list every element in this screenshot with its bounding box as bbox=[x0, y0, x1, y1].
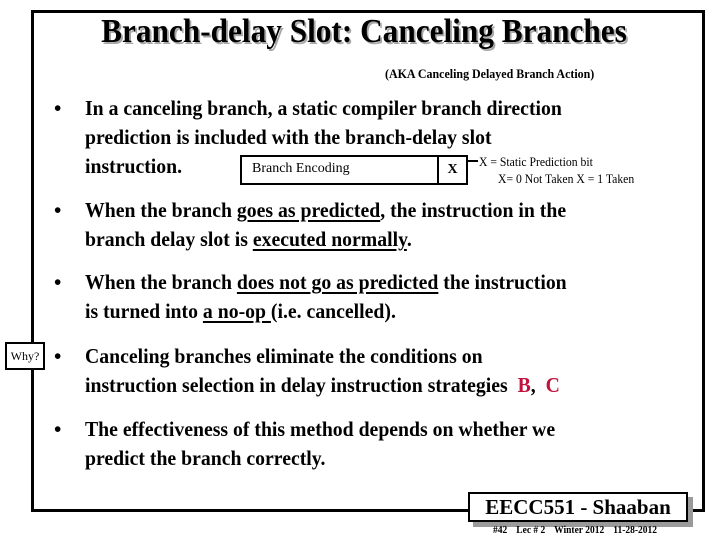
bullet-2: • When the branch goes as predicted, the… bbox=[54, 196, 597, 254]
bullet-1-line-2: prediction is included with the branch-d… bbox=[85, 125, 492, 149]
text: instruction selection in delay instructi… bbox=[85, 373, 518, 397]
bullet-5-line-2: predict the branch correctly. bbox=[85, 446, 326, 470]
branch-encoding-diagram: Branch Encoding X bbox=[240, 155, 468, 185]
text: the instruction bbox=[438, 270, 567, 294]
text: branch delay slot is bbox=[85, 227, 253, 251]
bullet-2-line-1: When the branch goes as predicted, the i… bbox=[58, 196, 566, 225]
bullet-5: • The effectiveness of this method depen… bbox=[54, 415, 585, 473]
underlined-phrase: goes as predicted bbox=[236, 198, 381, 222]
slide-title: Branch-delay Slot: Canceling Branches bbox=[101, 13, 627, 50]
underlined-phrase: does not go as predicted bbox=[236, 270, 439, 294]
text: When the branch bbox=[85, 270, 237, 294]
separator: , bbox=[530, 373, 546, 397]
prediction-bit-field: X bbox=[437, 157, 466, 183]
branch-encoding-field: Branch Encoding bbox=[252, 161, 350, 176]
text: When the branch bbox=[85, 198, 237, 222]
lecture-number: Lec # 2 bbox=[516, 525, 546, 536]
date: 11-28-2012 bbox=[613, 525, 658, 536]
text: (i.e. cancelled). bbox=[270, 299, 396, 323]
bullet-5-line-1: The effectiveness of this method depends… bbox=[85, 417, 556, 441]
text: . bbox=[406, 227, 412, 251]
strategy-c: C bbox=[545, 373, 560, 397]
slide-subtitle: (AKA Canceling Delayed Branch Action) bbox=[385, 66, 595, 81]
bullet-4: • Canceling branches eliminate the condi… bbox=[54, 342, 590, 400]
bullet-3-line-1: When the branch does not go as predicted… bbox=[58, 268, 567, 297]
callout-line bbox=[466, 160, 478, 162]
why-label: Why? bbox=[5, 342, 45, 370]
prediction-bit-note: X = Static Prediction bit bbox=[479, 154, 593, 169]
bullet-4-line-1: Canceling branches eliminate the conditi… bbox=[85, 344, 483, 368]
prediction-bit-values: X= 0 Not Taken X = 1 Taken bbox=[498, 171, 635, 186]
underlined-phrase: executed normally bbox=[252, 227, 407, 251]
bullet-3-line-2: is turned into a no-op (i.e. cancelled). bbox=[58, 297, 567, 326]
text: , the instruction in the bbox=[380, 198, 567, 222]
underlined-phrase: a no-op bbox=[202, 299, 271, 323]
strategy-b: B bbox=[517, 373, 531, 397]
bullet-2-line-2: branch delay slot is executed normally. bbox=[58, 225, 566, 254]
bullet-3: • When the branch does not go as predict… bbox=[54, 268, 597, 326]
bullet-4-line-2: instruction selection in delay instructi… bbox=[58, 371, 560, 400]
slide-number: #42 bbox=[493, 525, 508, 536]
slide-footer: #42 Lec # 2 Winter 2012 11-28-2012 bbox=[493, 525, 664, 536]
term: Winter 2012 bbox=[554, 525, 605, 536]
text: is turned into bbox=[85, 299, 203, 323]
course-badge: EECC551 - Shaaban bbox=[468, 492, 688, 522]
bullet-1-line-1: In a canceling branch, a static compiler… bbox=[85, 96, 562, 120]
